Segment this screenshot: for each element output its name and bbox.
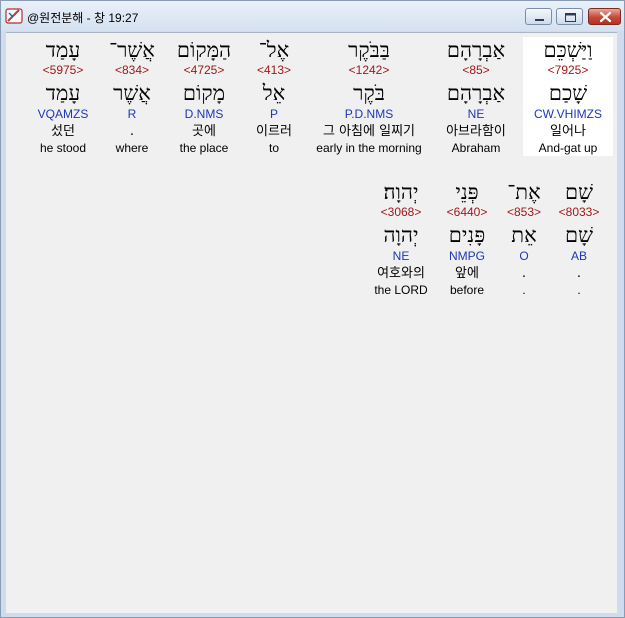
korean-gloss: 앞에 xyxy=(455,266,479,281)
korean-gloss: . xyxy=(129,124,135,139)
strong-number[interactable]: <413> xyxy=(242,63,306,78)
morph-code: AB xyxy=(570,249,587,263)
korean-gloss: 곳에 xyxy=(192,124,216,139)
app-window: @원전분해 - 창 19:27 וַיַּשְׁכֵּם <7925> שָׁכ… xyxy=(0,0,625,618)
strong-number[interactable]: <8033> xyxy=(547,205,611,220)
hebrew-word: אֶל־ xyxy=(258,38,290,62)
hebrew-word: וַיַּשְׁכֵּם xyxy=(543,38,593,62)
english-gloss: . xyxy=(577,283,581,297)
korean-gloss: 여호와의 xyxy=(377,266,425,281)
maximize-button[interactable] xyxy=(556,8,583,25)
hebrew-lemma: שָׁם xyxy=(565,223,593,247)
strong-number[interactable]: <5975> xyxy=(27,63,99,78)
morph-code: NMPG xyxy=(449,249,485,263)
close-button[interactable] xyxy=(588,8,621,25)
hebrew-word: יְהוָה׃ xyxy=(383,180,419,204)
strong-number[interactable]: <85> xyxy=(431,63,521,78)
app-icon xyxy=(5,7,23,25)
english-gloss: the place xyxy=(179,141,229,155)
morph-code: CW.VHIMZS xyxy=(534,107,602,121)
strong-number[interactable]: <834> xyxy=(100,63,164,78)
english-gloss: And-gat up xyxy=(538,141,598,155)
english-gloss: Abraham xyxy=(451,141,501,155)
hebrew-lemma: שָׁכַם xyxy=(548,81,588,105)
korean-gloss: 이르러 xyxy=(256,124,292,139)
morph-code: D.NMS xyxy=(184,107,224,121)
hebrew-word: אַבְרָהָם xyxy=(446,38,506,62)
hebrew-word: עָמַד xyxy=(45,38,81,62)
word-cell[interactable]: הַמָּקוֹם <4725> מָקוֹם D.NMS 곳에 the pla… xyxy=(162,37,246,156)
english-gloss: the LORD xyxy=(374,283,428,297)
english-gloss: he stood xyxy=(39,141,87,155)
word-cell[interactable]: אֶת־ <853> אֵת O . . xyxy=(496,179,552,298)
hebrew-lemma: אַבְרָהָם xyxy=(446,81,506,105)
hebrew-word: שָׁם xyxy=(565,180,593,204)
hebrew-lemma: אֲשֶׁר xyxy=(113,81,151,105)
strong-number[interactable]: <1242> xyxy=(308,63,430,78)
morph-code: P.D.NMS xyxy=(344,107,394,121)
word-cell[interactable]: שָׁם <8033> שָׁם AB . . xyxy=(547,179,611,298)
window-title: @원전분해 - 창 19:27 xyxy=(27,11,139,25)
morph-code: NE xyxy=(392,249,410,263)
hebrew-word: אֶת־ xyxy=(507,180,541,204)
hebrew-lemma: פָּנִים xyxy=(448,223,486,247)
hebrew-word: אֲשֶׁר־ xyxy=(109,38,155,62)
morph-code: VQAMZS xyxy=(37,107,89,121)
hebrew-lemma: אֵל xyxy=(262,81,286,105)
english-gloss: early in the morning xyxy=(316,141,422,155)
korean-gloss: 섰던 xyxy=(51,124,75,139)
hebrew-lemma: בֹּקֶר xyxy=(353,81,385,105)
english-gloss: . xyxy=(522,283,526,297)
word-cell[interactable]: עָמַד <5975> עָמַד VQAMZS 섰던 he stood xyxy=(27,37,99,156)
english-gloss: to xyxy=(268,141,279,155)
strong-number[interactable]: <4725> xyxy=(162,63,246,78)
hebrew-lemma: אֵת xyxy=(511,223,537,247)
english-gloss: before xyxy=(449,283,485,297)
hebrew-lemma: מָקוֹם xyxy=(182,81,226,105)
korean-gloss: 그 아침에 일찌기 xyxy=(323,124,415,139)
word-cell[interactable]: וַיַּשְׁכֵּם <7925> שָׁכַם CW.VHIMZS 일어나… xyxy=(523,37,613,156)
korean-gloss: . xyxy=(521,266,527,281)
hebrew-lemma: עָמַד xyxy=(45,81,81,105)
hebrew-lemma: יְהוָה xyxy=(383,223,419,247)
korean-gloss: 아브라함이 xyxy=(446,124,506,139)
morph-code: NE xyxy=(467,107,485,121)
hebrew-word: הַמָּקוֹם xyxy=(176,38,232,62)
word-cell[interactable]: פְּנֵי <6440> פָּנִים NMPG 앞에 before xyxy=(434,179,500,298)
word-cell[interactable]: אַבְרָהָם <85> אַבְרָהָם NE 아브라함이 Abraha… xyxy=(431,37,521,156)
korean-gloss: 일어나 xyxy=(550,124,586,139)
strong-number[interactable]: <7925> xyxy=(523,63,613,78)
morph-code: P xyxy=(269,107,278,121)
morph-code: O xyxy=(519,249,529,263)
word-cell[interactable]: יְהוָה׃ <3068> יְהוָה NE 여호와의 the LORD xyxy=(362,179,440,298)
strong-number[interactable]: <853> xyxy=(496,205,552,220)
word-cell[interactable]: אֲשֶׁר־ <834> אֲשֶׁר R . where xyxy=(100,37,164,156)
strong-number[interactable]: <6440> xyxy=(434,205,500,220)
korean-gloss: . xyxy=(576,266,582,281)
hebrew-word: פְּנֵי xyxy=(455,180,479,204)
minimize-button[interactable] xyxy=(525,8,552,25)
english-gloss: where xyxy=(115,141,149,155)
word-cell[interactable]: בַּבֹּקֶר <1242> בֹּקֶר P.D.NMS 그 아침에 일찌… xyxy=(308,37,430,156)
strong-number[interactable]: <3068> xyxy=(362,205,440,220)
hebrew-word: בַּבֹּקֶר xyxy=(348,38,390,62)
interlinear-panel: וַיַּשְׁכֵּם <7925> שָׁכַם CW.VHIMZS 일어나… xyxy=(6,32,617,613)
word-cell[interactable]: אֶל־ <413> אֵל P 이르러 to xyxy=(242,37,306,156)
morph-code: R xyxy=(127,107,137,121)
title-bar[interactable]: @원전분해 - 창 19:27 xyxy=(1,1,624,31)
